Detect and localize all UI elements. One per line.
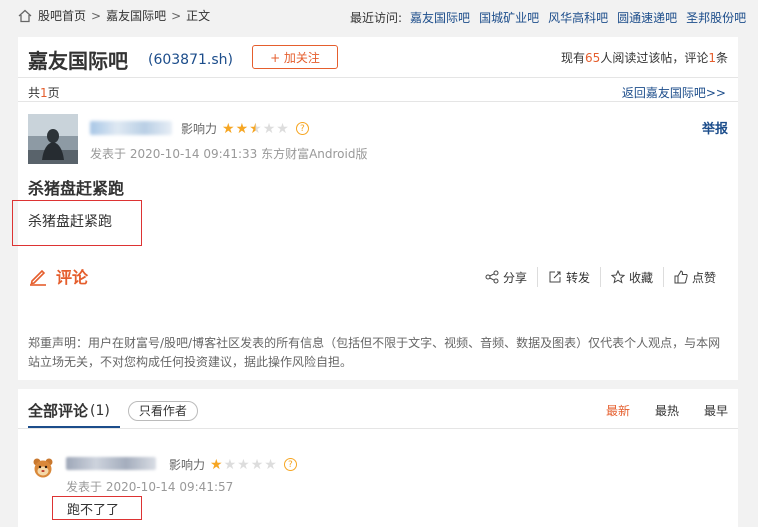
read-stats-suffix: 条	[715, 51, 728, 65]
repost-label: 转发	[565, 270, 590, 285]
chevron-right-icon: >	[91, 8, 102, 23]
like-button[interactable]: 点赞	[662, 267, 726, 287]
commenter-influence: 影响力 ★ ★ ★ ★ ★ ?	[169, 456, 297, 473]
sort-oldest[interactable]: 最早	[704, 402, 728, 419]
username[interactable]	[90, 121, 172, 135]
influence-stars: ★ ★ ★ ★ ★	[210, 458, 278, 472]
read-stats-mid: 人阅读过该帖，评论	[600, 51, 709, 65]
share-label: 分享	[502, 270, 527, 285]
comment-text: 跑不了了	[52, 496, 142, 520]
home-icon[interactable]	[18, 9, 32, 23]
influence-label: 影响力	[169, 458, 206, 472]
recent-link[interactable]: 嘉友国际吧	[410, 9, 470, 26]
recent-visits-label: 最近访问:	[350, 11, 403, 25]
star-icon: ★	[250, 456, 264, 473]
influence-stars: ★ ★ ★ ★ ★	[222, 122, 290, 136]
sort-newest[interactable]: 最新	[606, 402, 630, 419]
post-actions: 分享 转发 收藏 点赞	[475, 267, 726, 287]
star-outline-icon	[610, 270, 625, 284]
commenter-avatar[interactable]	[32, 457, 54, 479]
star-icon: ★	[249, 120, 262, 137]
recent-link[interactable]: 国城矿业吧	[479, 9, 539, 26]
question-icon[interactable]: ?	[295, 122, 309, 135]
recent-link[interactable]: 圣邦股份吧	[686, 9, 746, 26]
comments-title[interactable]: 全部评论	[28, 400, 88, 421]
star-icon: ★	[276, 120, 289, 137]
influence-label: 影响力	[181, 122, 218, 136]
comment-label: 评论	[56, 268, 89, 287]
back-to-bar-link[interactable]: 返回嘉友国际吧>>	[622, 84, 726, 101]
commenter-username[interactable]	[66, 457, 156, 470]
page-suffix: 页	[47, 86, 60, 100]
star-icon: ★	[264, 456, 277, 473]
breadcrumb-home-link[interactable]: 股吧首页	[38, 7, 86, 24]
breadcrumb-bar-link[interactable]: 嘉友国际吧	[106, 7, 166, 24]
comment-sort-tabs: 最新 最热 最早	[581, 402, 728, 419]
comments-count: (1)	[90, 402, 110, 419]
repost-icon	[549, 271, 561, 283]
post-body: 杀猪盘赶紧跑	[12, 200, 142, 246]
post-card: 嘉友国际吧 (603871.sh) + 加关注 现有65人阅读过该帖，评论1条 …	[12, 37, 738, 380]
divider	[18, 101, 738, 102]
divider	[18, 77, 738, 78]
divider	[18, 428, 738, 429]
repost-button[interactable]: 转发	[536, 267, 600, 287]
star-icon: ★	[222, 120, 235, 137]
question-icon[interactable]: ?	[283, 458, 297, 471]
comment-count: 1	[708, 51, 716, 65]
read-stats-prefix: 现有	[561, 51, 586, 65]
post-title: 杀猪盘赶紧跑	[28, 179, 125, 198]
comment-button[interactable]: 评论	[28, 264, 88, 288]
like-label: 点赞	[691, 270, 716, 285]
collect-label: 收藏	[628, 270, 653, 285]
star-icon: ★	[210, 456, 223, 473]
star-icon: ★	[235, 120, 249, 137]
recent-link[interactable]: 圆通速递吧	[617, 9, 677, 26]
reader-count: 65	[585, 51, 601, 65]
recent-link[interactable]: 风华高科吧	[548, 9, 608, 26]
avatar[interactable]	[28, 114, 78, 164]
breadcrumb: 股吧首页 > 嘉友国际吧 > 正文	[18, 7, 210, 24]
report-button[interactable]: 举报	[702, 118, 728, 137]
comments-card: 全部评论 (1) 只看作者 最新 最热 最早 影响力 ★ ★ ★ ★ ★ ? 发表于 2…	[18, 389, 738, 527]
breadcrumb-current: 正文	[186, 9, 211, 23]
follow-button[interactable]: + 加关注	[252, 45, 338, 69]
page-count: 共1页	[28, 84, 60, 101]
collect-button[interactable]: 收藏	[599, 267, 663, 287]
star-icon: ★	[223, 456, 237, 473]
recent-visits: 最近访问: 嘉友国际吧 国城矿业吧 风华高科吧 圆通速递吧 圣邦股份吧	[350, 9, 755, 26]
share-button[interactable]: 分享	[475, 267, 537, 287]
bar-name[interactable]: 嘉友国际吧	[28, 45, 128, 74]
sort-hottest[interactable]: 最热	[655, 402, 679, 419]
author-only-button[interactable]: 只看作者	[127, 400, 198, 421]
stock-code[interactable]: (603871.sh)	[148, 52, 233, 68]
comments-header: 全部评论 (1) 只看作者	[28, 400, 198, 421]
pencil-icon	[30, 269, 46, 286]
disclaimer: 郑重声明：用户在财富号/股吧/博客社区发表的所有信息（包括但不限于文字、视频、音…	[28, 336, 721, 369]
post-time: 发表于 2020-10-14 09:41:33 东方财富Android版	[90, 147, 368, 161]
star-icon: ★	[237, 456, 250, 473]
comment-time: 发表于 2020-10-14 09:41:57	[66, 480, 234, 494]
page-prefix: 共	[28, 86, 41, 100]
influence-rating: 影响力 ★ ★ ★ ★ ★ ?	[181, 120, 309, 137]
star-icon: ★	[262, 120, 276, 137]
share-icon	[485, 270, 499, 284]
chevron-right-icon: >	[171, 8, 182, 23]
thumbs-up-icon	[674, 270, 688, 284]
read-stats: 现有65人阅读过该帖，评论1条	[561, 49, 728, 66]
page-number: 1	[40, 86, 48, 100]
bar-header: 嘉友国际吧 (603871.sh)	[28, 45, 233, 74]
top-nav-bar: 股吧首页 > 嘉友国际吧 > 正文 最近访问: 嘉友国际吧 国城矿业吧 风华高科…	[0, 0, 758, 32]
